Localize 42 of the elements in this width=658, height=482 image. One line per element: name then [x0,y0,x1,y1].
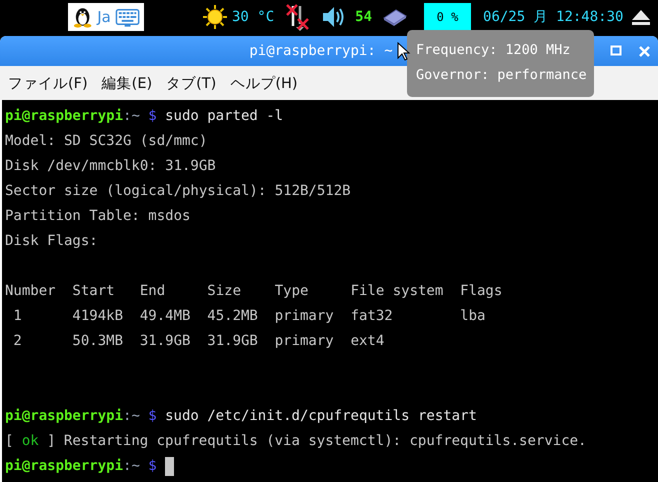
prompt-symbol: $ [148,457,157,476]
output-line: 2 50.3MB 31.9GB 31.9GB primary ext4 [12,332,384,351]
terminal[interactable] [2,100,658,482]
prompt-path: :~ [123,107,140,126]
status-number: 54 [355,9,372,25]
network-icon[interactable] [286,4,310,31]
tooltip-line: Governor: performance [416,66,588,85]
eject-icon[interactable] [631,8,651,26]
output-line: 1 4194kB 49.4MB 45.2MB primary fat32 lba [12,307,486,326]
mouse-pointer-icon [397,42,411,62]
prompt-user: pi@raspberrypi [5,107,124,126]
clock: 06/25 月 12:48:30 [483,8,624,26]
output-line: Number Start End Size Type File system Flags [5,282,502,301]
keyboard-icon [114,6,140,28]
cpu-usage[interactable]: 0 % [424,3,472,31]
status-bracket: [ [5,432,14,451]
menu-item[interactable]: 編集(E) [102,74,152,92]
temperature: 30 °C [232,9,274,25]
prompt-user: pi@raspberrypi [5,407,124,426]
output-line: Model: SD SC32G (sd/mmc) [5,132,208,151]
menu-item[interactable]: ヘルプ(H) [230,74,298,92]
input-method-label: Ja [97,8,111,26]
prompt-user: pi@raspberrypi [5,457,124,476]
sun-icon [202,4,228,30]
prompt-path: :~ [123,457,140,476]
command-text: sudo parted -l [165,107,284,126]
output-line: Partition Table: msdos [5,207,190,226]
status-ok: ok [22,432,39,451]
output-line: Restarting cpufrequtils (via systemctl): cpufrequtils.service. [64,432,586,451]
tooltip-line: Frequency: 1200 MHz [416,41,572,60]
prompt-path: :~ [123,407,140,426]
output-line: Disk /dev/mmcblk0: 31.9GB [5,157,216,176]
window-title: pi@raspberrypi: ~ [249,43,393,59]
command-text: sudo /etc/init.d/cpufrequtils restart [165,407,477,426]
prompt-symbol: $ [148,107,157,126]
input-method-indicator[interactable]: Ja [68,3,144,31]
output-line: Disk Flags: [5,232,98,251]
menu-item[interactable]: タブ(T) [166,74,216,92]
output-line: Sector size (logical/physical): 512B/512B [5,182,351,201]
status-bracket: ] [47,432,56,451]
prompt-symbol: $ [148,407,157,426]
menu-item[interactable]: ファイル(F) [8,74,88,92]
